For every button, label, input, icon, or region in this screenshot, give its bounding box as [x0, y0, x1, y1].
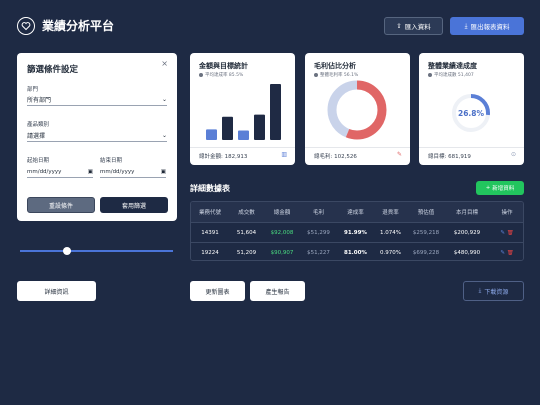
start-date-label: 起始日期	[27, 158, 50, 164]
detail-button[interactable]: 詳細資訊	[17, 281, 96, 301]
generate-report-button[interactable]: 產生報告	[250, 281, 305, 301]
table-cell: 19224	[201, 249, 219, 256]
start-date-input[interactable]: mm/dd/yyyy ▣	[27, 166, 93, 178]
filter-panel: 篩選條件設定 × 部門 所有部門 ⌄ 產品類別 請選擇 ⌄ 起始日期 結束日期 …	[17, 53, 177, 221]
margin-card: 毛利佔比分析 整體毛利率 56.1% 總毛利: 102,526 ✎	[305, 53, 410, 165]
edit-icon[interactable]: ✎	[500, 230, 505, 236]
card-footer: 總計金額: 182,913	[199, 154, 248, 160]
department-value: 所有部門	[27, 97, 52, 104]
column-header: 預估值	[417, 210, 435, 216]
card-footer: 總毛利: 102,526	[314, 154, 357, 160]
bar	[270, 84, 281, 140]
slider-thumb[interactable]	[63, 247, 71, 255]
gauge-chart: 26.8%	[452, 94, 490, 132]
add-record-button[interactable]: + 新增資料	[476, 181, 524, 195]
table-cell: 51,604	[236, 229, 257, 236]
table-cell: $699,228	[412, 249, 440, 256]
download-label: 下載資源	[484, 288, 509, 296]
category-select[interactable]: 請選擇 ⌄	[27, 130, 167, 142]
header: 業績分析平台 ⇪ 匯入資料 ⤓ 匯出報表資料	[0, 0, 540, 50]
app-title: 業績分析平台	[42, 19, 115, 33]
table-cell: $51,227	[307, 249, 330, 256]
end-date-input[interactable]: mm/dd/yyyy ▣	[100, 166, 166, 178]
import-button[interactable]: ⇪ 匯入資料	[384, 17, 443, 35]
apply-filter-button[interactable]: 套用篩選	[100, 197, 168, 213]
download-icon: ⤓	[478, 287, 482, 294]
update-chart-button[interactable]: 更新圖表	[190, 281, 245, 301]
upload-icon: ⇪	[396, 22, 402, 30]
download-icon: ⤓	[464, 21, 468, 30]
plus-icon: +	[485, 185, 491, 191]
card-footer: 總目標: 681,919	[428, 154, 471, 160]
table-cell: $480,990	[453, 249, 481, 256]
department-label: 部門	[27, 87, 39, 93]
table-section-title: 詳細數據表	[190, 184, 230, 193]
bar	[238, 130, 249, 140]
table-cell: 81.00%	[344, 249, 367, 256]
column-header: 業務代號	[198, 210, 221, 216]
category-label: 產品類別	[27, 122, 50, 128]
column-header: 成交數	[238, 210, 255, 216]
bar	[206, 129, 217, 140]
table-cell: 1.074%	[380, 229, 401, 236]
start-date-value: mm/dd/yyyy	[27, 168, 62, 175]
edit-icon[interactable]: ✎	[500, 250, 505, 256]
table-header-row: 業務代號 成交數 總金額 毛利 達成率 退貨率 預估值 本月目標 操作	[191, 202, 523, 222]
calendar-icon: ▣	[160, 168, 166, 175]
column-header: 操作	[501, 210, 513, 216]
chevron-down-icon: ⌄	[161, 96, 167, 103]
calendar-icon: ▣	[87, 168, 93, 175]
export-label: 匯出報表資料	[470, 23, 510, 31]
table-cell: 91.99%	[344, 229, 367, 236]
amount-card: 金額與目標統計 平均達成率 85.5% 總計金額: 182,913 ▥	[190, 53, 295, 165]
data-table: 業務代號 成交數 總金額 毛利 達成率 退貨率 預估值 本月目標 操作 1439…	[190, 201, 524, 261]
export-button[interactable]: ⤓ 匯出報表資料	[450, 17, 524, 35]
table-cell: $92,008	[270, 229, 294, 236]
column-header: 總金額	[273, 210, 291, 216]
row-actions: ✎ 🗑	[489, 230, 523, 236]
column-header: 本月目標	[455, 210, 478, 216]
table-cell: $51,299	[307, 229, 330, 236]
gauge-center-label: 26.8%	[458, 109, 485, 118]
category-value: 請選擇	[27, 133, 46, 140]
add-label: 新增資料	[492, 186, 515, 192]
download-resources-button[interactable]: ⤓ 下載資源	[463, 281, 524, 301]
table-row: 19224 51,209 $90,907 $51,227 81.00% 0.97…	[191, 242, 523, 260]
info-icon[interactable]: ⊙	[511, 151, 516, 158]
slider-track[interactable]	[20, 250, 173, 252]
table-cell: $200,929	[453, 229, 481, 236]
end-date-label: 結束日期	[100, 158, 123, 164]
table-cell: 51,209	[236, 249, 257, 256]
tag-icon[interactable]: ✎	[397, 151, 402, 158]
bar	[254, 114, 265, 140]
table-cell: 14391	[201, 229, 219, 236]
column-header: 達成率	[347, 210, 364, 216]
donut-chart	[327, 80, 387, 140]
row-actions: ✎ 🗑	[489, 250, 523, 256]
import-label: 匯入資料	[404, 23, 431, 31]
table-cell: $90,907	[270, 249, 294, 256]
end-date-value: mm/dd/yyyy	[100, 168, 135, 175]
bar	[222, 116, 233, 140]
filter-title: 篩選條件設定	[27, 65, 79, 75]
achievement-card: 整體業績達成度 平均達成數 51,407 26.8% 總目標: 681,919 …	[419, 53, 524, 165]
chart-icon[interactable]: ▥	[281, 151, 287, 158]
heart-icon	[17, 17, 35, 35]
chevron-down-icon: ⌄	[161, 132, 167, 139]
trash-icon[interactable]: 🗑	[507, 250, 514, 256]
close-icon[interactable]: ×	[161, 59, 168, 68]
table-cell: $259,218	[412, 229, 440, 236]
department-select[interactable]: 所有部門 ⌄	[27, 94, 167, 106]
column-header: 毛利	[312, 210, 324, 216]
reset-button[interactable]: 重設條件	[27, 197, 95, 213]
column-header: 退貨率	[382, 210, 399, 216]
trash-icon[interactable]: 🗑	[507, 230, 514, 236]
table-row: 14391 51,604 $92,008 $51,299 91.99% 1.07…	[191, 222, 523, 242]
table-cell: 0.970%	[380, 249, 401, 256]
bar-chart	[206, 84, 281, 140]
